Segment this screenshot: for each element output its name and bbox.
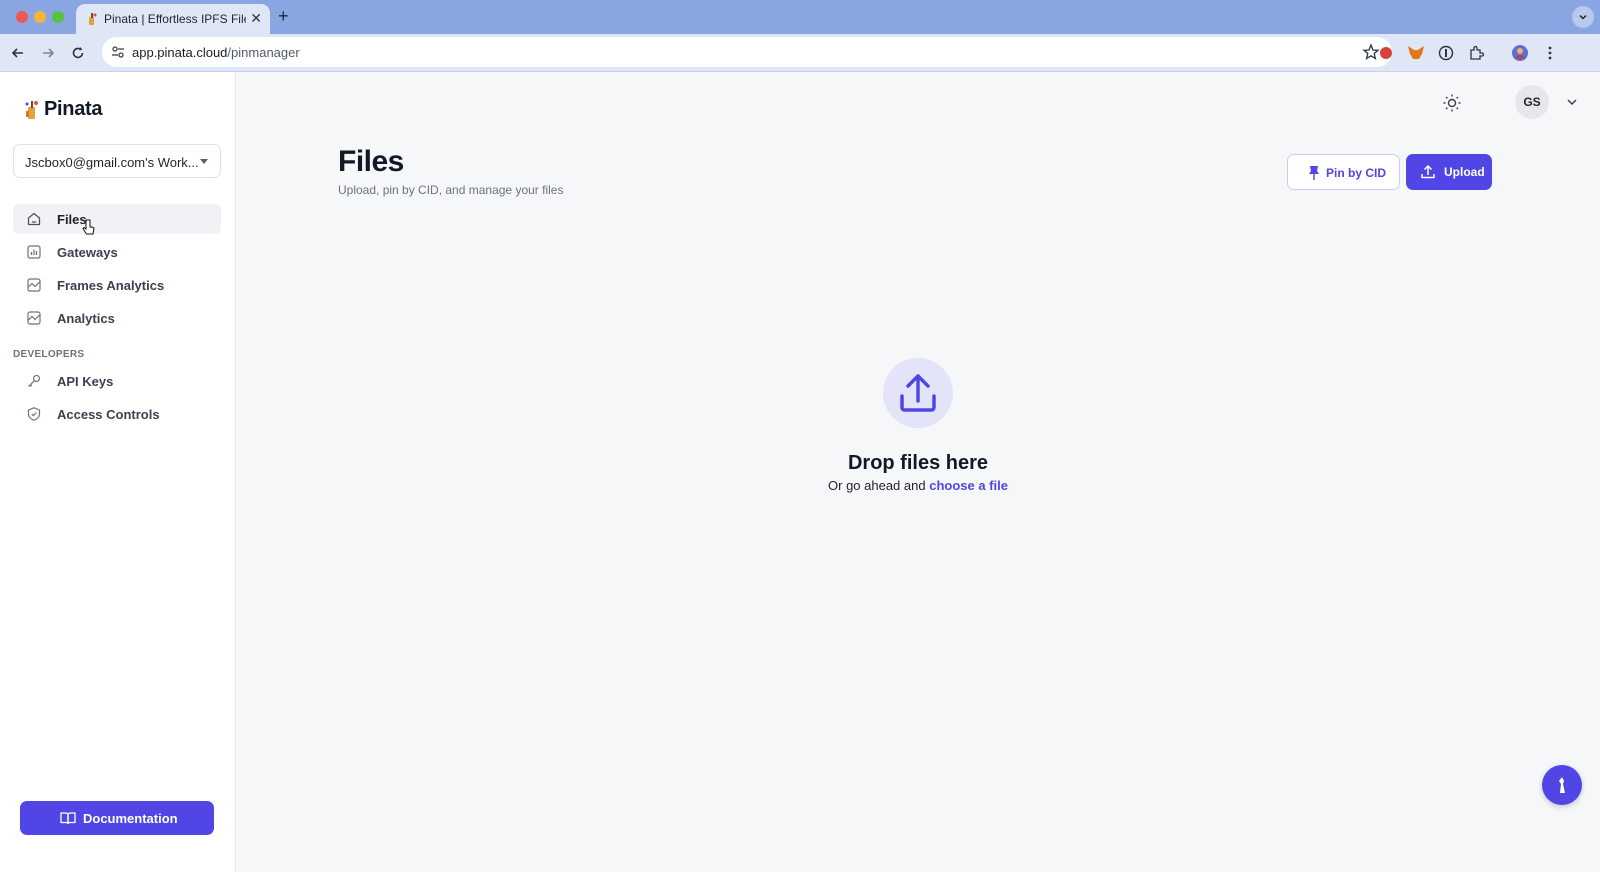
pinata-mascot-icon: [1559, 777, 1565, 793]
dropzone-upload-badge[interactable]: [883, 358, 953, 428]
line-chart-icon: [27, 311, 41, 325]
profile-avatar-icon[interactable]: [1510, 43, 1530, 63]
browser-toolbar: app.pinata.cloud/pinmanager: [0, 34, 1600, 72]
tab-close-icon[interactable]: ✕: [250, 10, 262, 26]
main-content: GS Files Upload, pin by CID, and manage …: [236, 72, 1600, 872]
user-avatar[interactable]: GS: [1515, 85, 1549, 119]
workspace-label: Jscbox0@gmail.com's Work...: [25, 155, 199, 170]
sidebar-item-label: Analytics: [57, 311, 115, 326]
documentation-label: Documentation: [83, 811, 178, 826]
sidebar-item-label: Files: [57, 212, 87, 227]
extensions-puzzle-icon[interactable]: [1466, 43, 1486, 63]
line-chart-icon: [27, 278, 41, 292]
pin-by-cid-button[interactable]: Pin by CID: [1287, 154, 1400, 190]
sun-icon[interactable]: [1442, 93, 1462, 113]
sidebar-item-label: Access Controls: [57, 407, 160, 422]
key-icon: [28, 374, 41, 387]
address-bar[interactable]: app.pinata.cloud/pinmanager: [102, 37, 1392, 67]
url-path: /pinmanager: [227, 45, 300, 60]
arrow-left-icon: [11, 48, 23, 58]
sidebar-item-frames-analytics[interactable]: Frames Analytics: [13, 270, 221, 300]
window-minimize-button[interactable]: [34, 11, 46, 23]
upload-button[interactable]: Upload: [1406, 154, 1492, 190]
bar-chart-icon: [27, 245, 41, 259]
sidebar-item-label: Frames Analytics: [57, 278, 165, 293]
shield-icon: [27, 407, 41, 421]
sidebar-item-label: API Keys: [57, 374, 114, 389]
window-close-button[interactable]: [16, 11, 28, 23]
help-chat-button[interactable]: [1542, 765, 1582, 805]
pin-by-cid-label: Pin by CID: [1326, 166, 1387, 180]
url-host: app.pinata.cloud: [132, 45, 228, 60]
dropzone-title: Drop files here: [847, 452, 989, 474]
sidebar-item-api-keys[interactable]: API Keys: [13, 366, 221, 396]
window-maximize-button[interactable]: [52, 11, 64, 23]
upload-icon: [1421, 164, 1435, 179]
reload-button[interactable]: [68, 43, 88, 63]
tab-title: Pinata | Effortless IPFS File M: [104, 12, 246, 26]
metamask-fox-icon[interactable]: [1406, 43, 1426, 63]
tab-search-button[interactable]: [1572, 6, 1594, 28]
reload-icon: [72, 47, 84, 59]
sidebar-item-label: Gateways: [57, 245, 118, 260]
pin-icon: [1309, 166, 1319, 180]
extension-red-icon[interactable]: [1376, 43, 1396, 63]
book-open-icon: [60, 812, 76, 825]
browser-menu-icon[interactable]: [1540, 43, 1560, 63]
sidebar-item-access-controls[interactable]: Access Controls: [13, 399, 221, 429]
chevron-down-icon: [1579, 14, 1587, 20]
documentation-button[interactable]: Documentation: [20, 801, 214, 835]
dropzone-prefix: Or go ahead and: [828, 478, 926, 493]
sidebar-item-analytics[interactable]: Analytics: [13, 303, 221, 333]
new-tab-button[interactable]: +: [278, 6, 289, 26]
pinata-logo-icon: [25, 100, 38, 119]
sidebar: Pinata Jscbox0@gmail.com's Work... Files…: [0, 72, 236, 872]
password-manager-icon[interactable]: [1436, 43, 1456, 63]
page-subtitle: Upload, pin by CID, and manage your file…: [338, 183, 564, 197]
sidebar-item-files[interactable]: Files: [13, 204, 221, 234]
dropzone-subtitle: Or go ahead and choose a file: [718, 478, 1118, 493]
arrow-right-icon: [43, 48, 55, 58]
home-icon: [27, 212, 41, 226]
upload-icon: [900, 374, 936, 412]
pinata-favicon-icon: [89, 13, 97, 25]
choose-file-link[interactable]: choose a file: [929, 478, 1008, 493]
workspace-selector[interactable]: Jscbox0@gmail.com's Work...: [13, 144, 221, 178]
forward-button[interactable]: [38, 43, 58, 63]
url-text: app.pinata.cloud/pinmanager: [132, 45, 300, 60]
brand-name: Pinata: [44, 98, 103, 120]
sidebar-item-gateways[interactable]: Gateways: [13, 237, 221, 267]
site-settings-icon[interactable]: [110, 44, 126, 60]
browser-tab-strip: Pinata | Effortless IPFS File M ✕ +: [0, 0, 1600, 34]
page-title: Files: [338, 145, 404, 178]
caret-down-icon: [200, 159, 208, 164]
upload-label: Upload: [1444, 165, 1485, 179]
developers-section-label: DEVELOPERS: [13, 349, 85, 360]
browser-tab[interactable]: Pinata | Effortless IPFS File M ✕: [76, 4, 270, 34]
back-button[interactable]: [8, 43, 28, 63]
pinata-logo[interactable]: Pinata: [24, 98, 103, 121]
chevron-down-icon[interactable]: [1564, 94, 1580, 110]
